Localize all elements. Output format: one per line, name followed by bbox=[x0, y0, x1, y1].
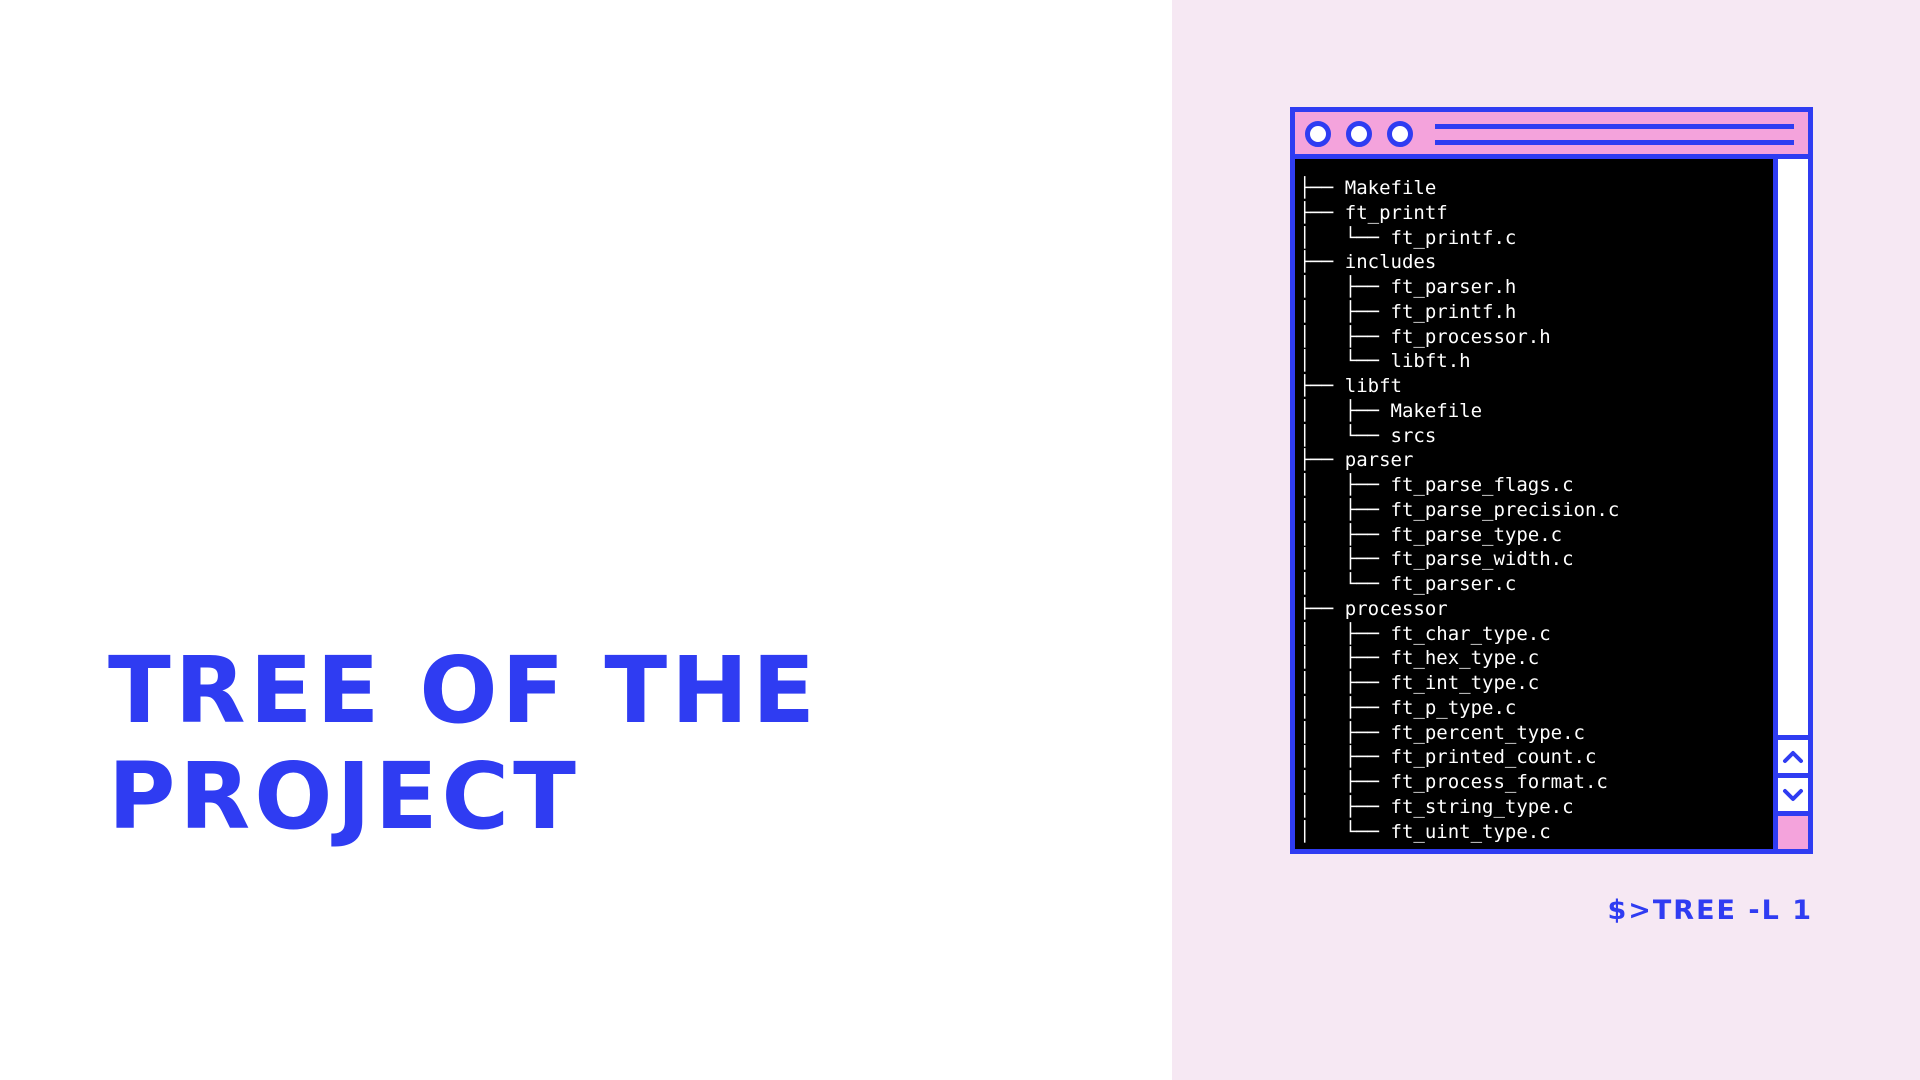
tree-entry: ├── processor bbox=[1299, 597, 1448, 620]
scroll-down-button[interactable] bbox=[1778, 773, 1808, 811]
tree-entry: │ ├── ft_char_type.c bbox=[1299, 622, 1551, 645]
tree-entry: │ └── ft_parser.c bbox=[1299, 573, 1517, 595]
slide-title: TREE OF THE PROJECT bbox=[108, 638, 1008, 850]
tree-entry: │ ├── ft_parse_width.c bbox=[1299, 548, 1574, 571]
tree-entry: ├── Makefile bbox=[1299, 177, 1437, 199]
tree-entry: │ ├── ft_parse_precision.c bbox=[1299, 498, 1620, 521]
tree-entry: ├── parser bbox=[1299, 449, 1414, 472]
directory-tree: ├── Makefile ├── ft_printf │ └── ft_printf… bbox=[1299, 176, 1619, 844]
terminal-window: ├── Makefile ├── ft_printf │ └── ft_printf… bbox=[1290, 107, 1813, 854]
scroll-up-button[interactable] bbox=[1778, 735, 1808, 773]
titlebar-line-1 bbox=[1435, 124, 1794, 129]
titlebar-line-2 bbox=[1435, 140, 1794, 145]
tree-entry: │ ├── ft_parser.h bbox=[1299, 276, 1517, 298]
tree-entry: │ ├── ft_printed_count.c bbox=[1299, 746, 1597, 769]
tree-entry: │ ├── ft_processor.h bbox=[1299, 325, 1551, 348]
tree-entry: │ └── srcs bbox=[1299, 424, 1437, 447]
window-control-dot-2[interactable] bbox=[1346, 121, 1372, 147]
tree-entry: │ ├── ft_parse_type.c bbox=[1299, 523, 1563, 546]
command-label: $>TREE -L 1 bbox=[1607, 895, 1813, 926]
tree-entry: │ ├── Makefile bbox=[1299, 399, 1483, 422]
scrollbar[interactable] bbox=[1773, 159, 1808, 849]
slide-title-line-2: PROJECT bbox=[108, 743, 580, 850]
slide-title-line-1: TREE OF THE bbox=[108, 637, 819, 744]
window-control-dot-3[interactable] bbox=[1387, 121, 1413, 147]
tree-entry: │ ├── ft_parse_flags.c bbox=[1299, 474, 1574, 496]
tree-entry: │ └── ft_printf.c bbox=[1299, 226, 1517, 249]
chevron-down-icon bbox=[1783, 788, 1803, 801]
tree-entry: │ └── ft_uint_type.c bbox=[1299, 820, 1551, 843]
tree-entry: │ └── libft.h bbox=[1299, 350, 1471, 373]
tree-entry: │ ├── ft_string_type.c bbox=[1299, 795, 1574, 818]
tree-entry: ├── libft bbox=[1299, 375, 1402, 397]
window-titlebar bbox=[1295, 112, 1808, 159]
tree-entry: │ ├── ft_p_type.c bbox=[1299, 696, 1517, 719]
tree-entry: │ ├── ft_percent_type.c bbox=[1299, 721, 1585, 744]
scroll-thumb[interactable] bbox=[1778, 811, 1808, 849]
tree-entry: │ ├── ft_int_type.c bbox=[1299, 672, 1540, 694]
tree-entry: │ ├── ft_process_format.c bbox=[1299, 771, 1608, 793]
tree-entry: ├── ft_printf bbox=[1299, 201, 1448, 224]
window-control-dot-1[interactable] bbox=[1305, 121, 1331, 147]
terminal-output: ├── Makefile ├── ft_printf │ └── ft_printf… bbox=[1295, 159, 1773, 849]
tree-entry: │ ├── ft_hex_type.c bbox=[1299, 647, 1540, 670]
tree-entry: │ ├── ft_printf.h bbox=[1299, 300, 1517, 323]
chevron-up-icon bbox=[1783, 750, 1803, 763]
tree-entry: ├── includes bbox=[1299, 251, 1437, 274]
